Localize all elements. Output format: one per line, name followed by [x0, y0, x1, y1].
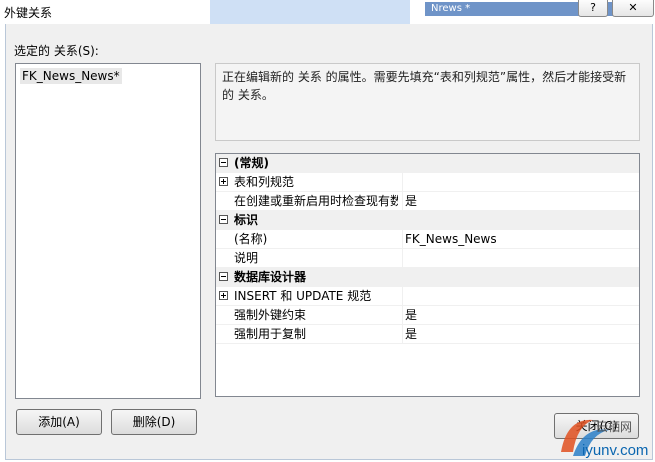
property-grid[interactable]: (常规) 表和列规范 在创建或重新启用时检查现有数据是标识 (名称) FK_News_N… [215, 153, 640, 397]
grid-property-name: 在创建或重新启用时检查现有数据 [234, 194, 398, 208]
grid-category-row[interactable]: 数据库设计器 [216, 268, 639, 287]
grid-property-value[interactable] [402, 249, 405, 268]
grid-property-name: (名称) [234, 232, 268, 246]
description-panel: 正在编辑新的 关系 的属性。需要先填充“表和列规范”属性，然后才能接受新的 关系… [215, 63, 640, 141]
selected-relationships-label: 选定的 关系(S): [14, 44, 99, 58]
grid-property-row[interactable]: 在创建或重新启用时检查现有数据是 [216, 192, 639, 211]
grid-category-row[interactable]: 标识 [216, 211, 639, 230]
collapse-icon[interactable] [219, 215, 228, 224]
collapse-icon[interactable] [219, 272, 228, 281]
grid-property-value[interactable]: FK_News_News [402, 230, 497, 249]
grid-property-row[interactable]: 强制用于复制 是 [216, 325, 639, 344]
grid-category-label: 数据库设计器 [234, 270, 307, 284]
grid-category-row[interactable]: (常规) [216, 154, 639, 173]
relationships-list[interactable]: FK_News_News* [15, 63, 201, 399]
background-window: Nrews * [210, 0, 615, 24]
expand-icon[interactable] [219, 291, 228, 300]
grid-property-name: 强制用于复制 [234, 327, 307, 341]
grid-property-name: 说明 [234, 251, 259, 265]
grid-category-label: (常规) [234, 156, 269, 170]
grid-property-value[interactable]: 是 [402, 192, 417, 211]
grid-property-row[interactable]: (名称) FK_News_News [216, 230, 639, 249]
title-bar: 外键关系 Nrews * ? ✕ [0, 0, 655, 24]
foreign-key-dialog: 外键关系 Nrews * ? ✕ 选定的 关系(S): FK_News_News… [0, 0, 655, 462]
grid-property-row[interactable]: INSERT 和 UPDATE 规范 [216, 287, 639, 306]
grid-property-value[interactable] [402, 173, 405, 192]
grid-property-row[interactable]: 说明 [216, 249, 639, 268]
grid-property-name: 表和列规范 [234, 175, 295, 189]
delete-button[interactable]: 删除(D) [111, 409, 197, 435]
help-button[interactable]: ? [578, 0, 608, 17]
watermark-text: iyunv.com [582, 442, 649, 459]
grid-property-value[interactable]: 是 [402, 306, 417, 325]
grid-property-name: 强制外键约束 [234, 308, 307, 322]
list-item[interactable]: FK_News_News* [20, 68, 122, 84]
watermark-text-cn: 云栖网 [596, 420, 633, 434]
grid-property-name: INSERT 和 UPDATE 规范 [234, 289, 372, 303]
window-title: 外键关系 [4, 6, 53, 20]
expand-icon[interactable] [219, 177, 228, 186]
grid-property-row[interactable]: 强制外键约束 是 [216, 306, 639, 325]
grid-property-value[interactable]: 是 [402, 325, 417, 344]
window-close-button[interactable]: ✕ [612, 0, 654, 17]
grid-property-row[interactable]: 表和列规范 [216, 173, 639, 192]
grid-property-value[interactable] [402, 287, 405, 306]
collapse-icon[interactable] [219, 158, 228, 167]
grid-category-label: 标识 [234, 213, 259, 227]
add-button[interactable]: 添加(A) [16, 409, 102, 435]
